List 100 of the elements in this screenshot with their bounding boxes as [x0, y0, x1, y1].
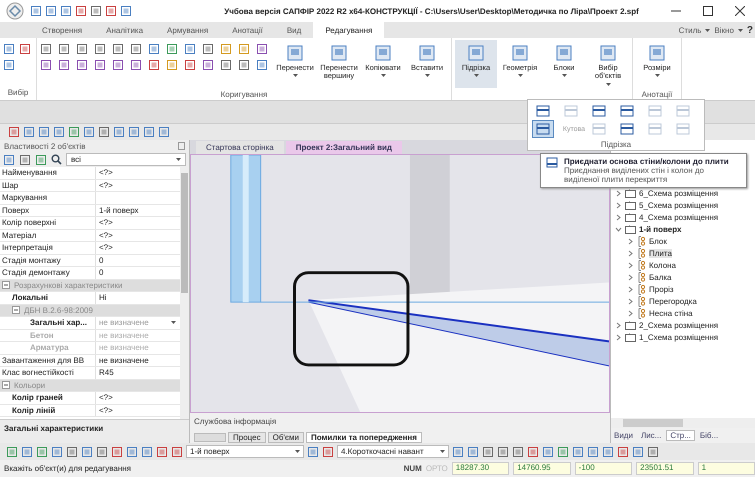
- toolbar-icon[interactable]: [53, 126, 65, 138]
- edit-tool-icon[interactable]: [76, 43, 88, 55]
- chevron-right-icon[interactable]: [627, 238, 634, 244]
- tree-item[interactable]: Колона: [649, 260, 676, 270]
- toolbar-icon[interactable]: [60, 5, 72, 17]
- property-value[interactable]: 1-й поверх: [96, 206, 180, 215]
- toolbar-icon[interactable]: [98, 126, 110, 138]
- toolbar-icon[interactable]: [158, 126, 170, 138]
- edit-tool-icon[interactable]: [148, 59, 160, 71]
- tree-item[interactable]: 1_Схема розміщення: [639, 332, 718, 342]
- load-case-dropdown[interactable]: 4.Короткочасні навант: [337, 445, 449, 458]
- toolbar-icon[interactable]: [128, 126, 140, 138]
- tree-item[interactable]: Перегородка: [649, 296, 697, 306]
- toolbar-icon[interactable]: [51, 446, 63, 458]
- property-value[interactable]: <?>: [96, 230, 180, 240]
- chevron-right-icon[interactable]: [627, 298, 634, 304]
- toolbar-icon[interactable]: [557, 446, 569, 458]
- edit-tool-icon[interactable]: [256, 43, 268, 55]
- collapse-icon[interactable]: [2, 381, 10, 390]
- edit-tool-icon[interactable]: [94, 59, 106, 71]
- toolbar-icon[interactable]: [113, 126, 125, 138]
- edit-tool-icon[interactable]: [112, 59, 124, 71]
- ribbon-tab[interactable]: Армування: [155, 22, 220, 38]
- toolbar-icon[interactable]: [105, 5, 117, 17]
- close-icon[interactable]: [735, 6, 745, 16]
- toolbar-icon[interactable]: [542, 446, 554, 458]
- toolbar-icon[interactable]: [75, 5, 87, 17]
- chevron-right-icon[interactable]: [615, 334, 622, 340]
- tree-item[interactable]: 6_Схема розміщення: [639, 188, 718, 198]
- edit-tool-icon[interactable]: [58, 43, 70, 55]
- toolbar-icon[interactable]: [35, 154, 47, 166]
- property-value[interactable]: не визначене: [96, 356, 180, 365]
- property-value[interactable]: R45: [96, 368, 180, 378]
- tree-item[interactable]: 5_Схема розміщення: [639, 200, 718, 210]
- toolbar-icon[interactable]: [23, 126, 35, 138]
- toolbar-icon[interactable]: [512, 446, 524, 458]
- tree-item[interactable]: 2_Схема розміщення: [639, 320, 718, 330]
- property-value[interactable]: <?>: [96, 406, 180, 415]
- toolbar-icon[interactable]: [66, 446, 78, 458]
- chevron-down-icon[interactable]: [615, 226, 622, 232]
- property-value[interactable]: <?>: [96, 218, 180, 228]
- chevron-right-icon[interactable]: [627, 310, 634, 316]
- ribbon-tab[interactable]: Аналітика: [94, 22, 156, 38]
- edit-tool-icon[interactable]: [76, 59, 88, 71]
- toolbar-icon[interactable]: [572, 446, 584, 458]
- edit-tool-icon[interactable]: [148, 43, 160, 55]
- search-icon[interactable]: [51, 154, 62, 165]
- toolbar-icon[interactable]: [497, 446, 509, 458]
- edit-tool-icon[interactable]: [184, 59, 196, 71]
- toolbar-icon[interactable]: [3, 154, 15, 166]
- edit-tool-icon[interactable]: [40, 43, 52, 55]
- toolbar-icon[interactable]: [6, 446, 18, 458]
- toolbar-icon[interactable]: [38, 126, 50, 138]
- toolbar-icon[interactable]: [81, 446, 93, 458]
- toolbar-icon[interactable]: [30, 5, 42, 17]
- edit-tool-icon[interactable]: [40, 59, 52, 71]
- tree-item[interactable]: Балка: [649, 272, 672, 282]
- toolbar-icon[interactable]: [126, 446, 138, 458]
- document-tab[interactable]: Стартова сторінка: [196, 141, 284, 154]
- toolbar-icon[interactable]: [156, 446, 168, 458]
- filter-dropdown[interactable]: всі: [66, 153, 186, 166]
- chevron-right-icon[interactable]: [627, 250, 634, 256]
- toolbar-icon[interactable]: [96, 446, 108, 458]
- edit-tool-icon[interactable]: [238, 43, 250, 55]
- edit-tool-icon[interactable]: [202, 43, 214, 55]
- toolbar-icon[interactable]: [632, 446, 644, 458]
- edit-tool-icon[interactable]: [166, 59, 178, 71]
- toolbar-icon[interactable]: [527, 446, 539, 458]
- menu-button[interactable]: Вікно: [714, 26, 734, 34]
- property-value[interactable]: <?>: [96, 393, 180, 402]
- chevron-right-icon[interactable]: [615, 190, 622, 196]
- toolbar-icon[interactable]: [587, 446, 599, 458]
- toolbar-icon[interactable]: [307, 446, 319, 458]
- toolbar-icon[interactable]: [111, 446, 123, 458]
- toolbar-icon[interactable]: [647, 446, 659, 458]
- edit-tool-icon[interactable]: [220, 43, 232, 55]
- toolbar-icon[interactable]: [617, 446, 629, 458]
- panel-tab[interactable]: Види: [611, 431, 636, 440]
- edit-tool-icon[interactable]: [58, 59, 70, 71]
- property-value[interactable]: <?>: [96, 243, 180, 252]
- trim-tool-icon[interactable]: [533, 121, 553, 137]
- toolbar-icon[interactable]: [8, 126, 20, 138]
- chevron-right-icon[interactable]: [615, 214, 622, 220]
- toolbar-icon[interactable]: [141, 446, 153, 458]
- property-value[interactable]: 0: [96, 256, 180, 265]
- selection-tool-icon[interactable]: [19, 43, 31, 55]
- chevron-right-icon[interactable]: [627, 274, 634, 280]
- tree-item[interactable]: 1-й поверх: [639, 224, 682, 234]
- toolbar-icon[interactable]: [21, 446, 33, 458]
- toolbar-icon[interactable]: [482, 446, 494, 458]
- maximize-icon[interactable]: [703, 6, 713, 16]
- toolbar-icon[interactable]: [452, 446, 464, 458]
- chevron-right-icon[interactable]: [627, 262, 634, 268]
- panel-tab[interactable]: Помилки та попередження: [306, 432, 422, 443]
- scrollbar[interactable]: [611, 418, 755, 428]
- edit-tool-icon[interactable]: [238, 59, 250, 71]
- panel-tab[interactable]: Процес: [228, 432, 266, 443]
- selection-tool-icon[interactable]: [3, 43, 15, 55]
- app-logo-icon[interactable]: [6, 2, 24, 20]
- edit-tool-icon[interactable]: [112, 43, 124, 55]
